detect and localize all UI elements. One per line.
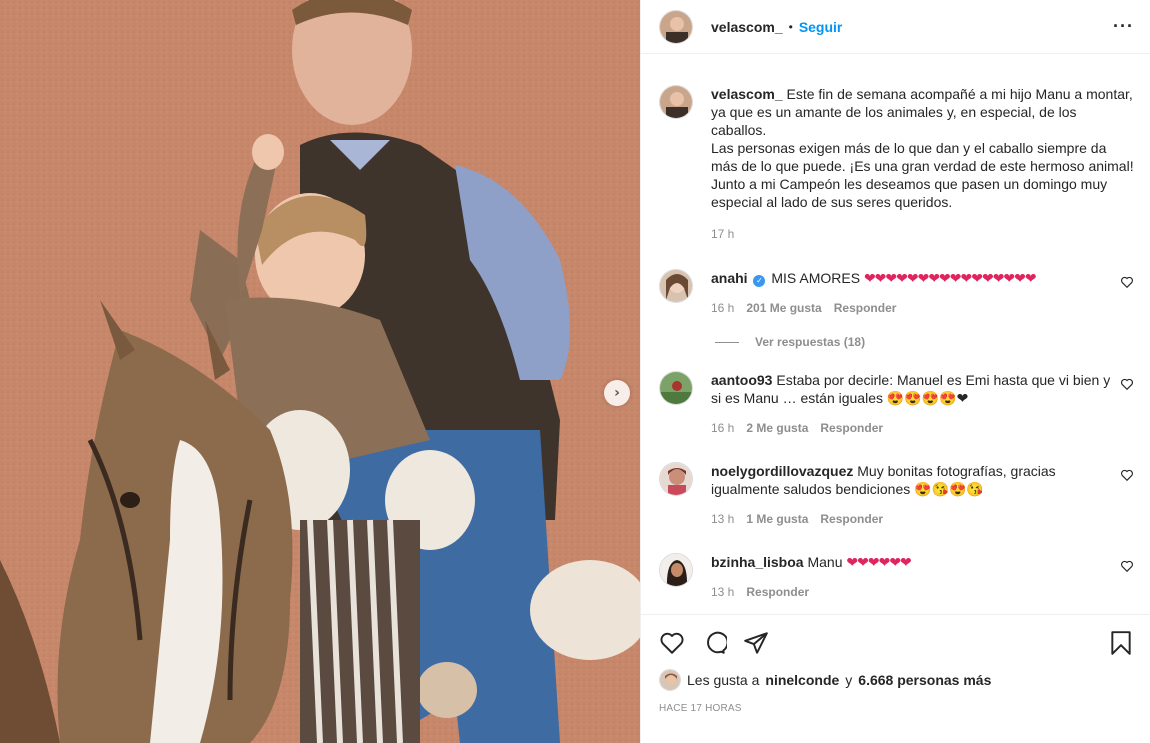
commenter-avatar[interactable] <box>659 269 693 303</box>
commenter-username[interactable]: anahi <box>711 270 748 286</box>
comment-time[interactable]: 13 h <box>711 510 734 528</box>
comment-time[interactable]: 16 h <box>711 419 734 437</box>
post-photo[interactable]: › <box>0 0 640 743</box>
commenter-avatar[interactable] <box>659 371 693 405</box>
reply-button[interactable]: Responder <box>820 510 883 528</box>
liked-by-and: y <box>845 672 853 688</box>
reply-button[interactable]: Responder <box>834 299 897 317</box>
comments-list[interactable]: velascom_ Este fin de semana acompañé a … <box>641 55 1150 614</box>
comment-item: noelygordillovazquez Muy bonitas fotogra… <box>659 462 1134 528</box>
next-photo-button[interactable]: › <box>604 380 630 406</box>
caption-text: velascom_ Este fin de semana acompañé a … <box>711 85 1134 211</box>
action-bar <box>659 615 1134 670</box>
photo-illustration <box>0 0 640 743</box>
comment-text: MIS AMORES <box>771 270 861 286</box>
author-avatar[interactable] <box>659 85 693 119</box>
heart-icon[interactable] <box>659 630 685 656</box>
liked-by-others[interactable]: 6.668 personas más <box>858 672 991 688</box>
post-actions: Les gusta a ninelconde y 6.668 personas … <box>641 614 1150 714</box>
liked-by-user[interactable]: ninelconde <box>765 672 839 688</box>
heart-icon[interactable] <box>1120 275 1134 289</box>
comment-likes[interactable]: 2 Me gusta <box>746 419 808 437</box>
heart-icon[interactable] <box>1120 559 1134 573</box>
post-sidebar: velascom_ • Seguir ··· velascom_ Este fi… <box>640 0 1150 743</box>
comment-item: aantoo93 Estaba por decirle: Manuel es E… <box>659 371 1134 437</box>
chevron-right-icon: › <box>614 385 620 401</box>
post-header: velascom_ • Seguir ··· <box>641 0 1150 54</box>
commenter-avatar[interactable] <box>659 553 693 587</box>
caption: velascom_ Este fin de semana acompañé a … <box>659 85 1134 243</box>
more-icon[interactable]: ··· <box>1113 16 1134 37</box>
replies-line <box>715 341 739 343</box>
separator-dot: • <box>788 19 793 34</box>
likes-summary: Les gusta a ninelconde y 6.668 personas … <box>659 669 1134 691</box>
reply-button[interactable]: Responder <box>746 583 809 601</box>
author-username[interactable]: velascom_ <box>711 19 783 35</box>
reply-button[interactable]: Responder <box>820 419 883 437</box>
caption-username[interactable]: velascom_ <box>711 86 783 102</box>
comment-item: bzinha_lisboa Manu ❤❤❤❤❤❤ 13 h Responder <box>659 553 1134 601</box>
comment-text: Manu <box>807 554 843 570</box>
comment-icon[interactable] <box>701 630 727 656</box>
heart-icon[interactable] <box>1120 468 1134 482</box>
comment-time[interactable]: 16 h <box>711 299 734 317</box>
view-replies-button[interactable]: Ver respuestas (18) <box>715 335 1134 349</box>
commenter-username[interactable]: noelygordillovazquez <box>711 463 853 479</box>
commenter-username[interactable]: aantoo93 <box>711 372 772 388</box>
author-avatar[interactable] <box>659 9 693 44</box>
liker-avatar[interactable] <box>659 669 681 691</box>
commenter-avatar[interactable] <box>659 462 693 496</box>
caption-line: Las personas exigen más de lo que dan y … <box>711 140 1134 174</box>
comment-likes[interactable]: 201 Me gusta <box>746 299 821 317</box>
follow-button[interactable]: Seguir <box>799 19 843 35</box>
comment-time[interactable]: 13 h <box>711 583 734 601</box>
caption-line: Junto a mi Campeón les deseamos que pase… <box>711 176 1108 210</box>
liked-by-prefix: Les gusta a <box>687 672 760 688</box>
comment-emoji: ❤❤❤❤❤❤ <box>846 554 911 570</box>
comment-emoji: ❤❤❤❤❤❤❤❤❤❤❤❤❤❤❤❤ <box>863 270 1037 286</box>
replies-label: Ver respuestas (18) <box>755 335 866 349</box>
bookmark-icon[interactable] <box>1108 630 1134 656</box>
post-timestamp[interactable]: Hace 17 horas <box>659 703 1134 714</box>
commenter-username[interactable]: bzinha_lisboa <box>711 554 804 570</box>
comment-emoji: 😍😘😍😘 <box>914 481 984 497</box>
comment-likes[interactable]: 1 Me gusta <box>746 510 808 528</box>
heart-icon[interactable] <box>1120 377 1134 391</box>
verified-icon: ✓ <box>753 275 766 287</box>
share-icon[interactable] <box>743 630 769 656</box>
caption-time[interactable]: 17 h <box>711 225 734 243</box>
comment-emoji: 😍😍😍😍❤ <box>886 390 969 406</box>
comment-item: anahi ✓ MIS AMORES ❤❤❤❤❤❤❤❤❤❤❤❤❤❤❤❤ 16 h… <box>659 269 1134 317</box>
